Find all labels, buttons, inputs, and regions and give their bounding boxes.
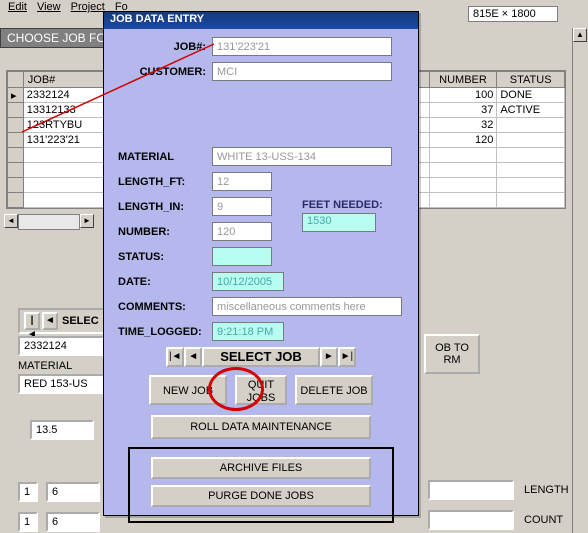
customer-input[interactable]: [212, 62, 392, 81]
customer-label: CUSTOMER:: [118, 66, 212, 78]
feet-needed-label: FEET NEEDED:: [302, 199, 383, 211]
cell-status: DONE: [497, 88, 565, 103]
length-ft-input[interactable]: [212, 172, 272, 191]
select-job-nav: |◄ ◄ SELECT JOB ► ►|: [118, 347, 404, 367]
roll-data-maintenance-button[interactable]: ROLL DATA MAINTENANCE: [151, 415, 371, 439]
nav-next-icon[interactable]: ►: [320, 347, 338, 367]
bg-job-to-rm-button[interactable]: OB TO RM: [424, 334, 480, 374]
cell-number: 32: [429, 118, 497, 133]
bg-count-label: COUNT: [524, 514, 563, 526]
bg-s1[interactable]: 1: [18, 482, 38, 502]
bg-s4[interactable]: 6: [46, 512, 100, 532]
status-input[interactable]: [212, 247, 272, 266]
bg-s3[interactable]: 1: [18, 512, 38, 532]
delete-job-button[interactable]: DELETE JOB: [295, 375, 373, 405]
length-ft-label: LENGTH_FT:: [118, 176, 212, 188]
bg-count-value[interactable]: [428, 510, 514, 530]
menu-view[interactable]: View: [33, 0, 65, 16]
cell-status: ACTIVE: [497, 103, 565, 118]
scroll-right-icon[interactable]: ►: [80, 214, 94, 228]
feet-needed-group: FEET NEEDED: 1530: [302, 199, 383, 232]
nav-prev-icon[interactable]: ◄: [42, 312, 58, 330]
date-input[interactable]: [212, 272, 284, 291]
grid-hscroll[interactable]: ◄ ►: [4, 214, 94, 230]
size-indicator: 815E × 1800: [468, 6, 558, 22]
comments-label: COMMENTS:: [118, 301, 212, 313]
cell-number: 100: [429, 88, 497, 103]
grid-corner: [8, 72, 24, 88]
comments-input[interactable]: [212, 297, 402, 316]
nav-prev-icon[interactable]: ◄: [184, 347, 202, 367]
bg-select-label: SELEC: [60, 315, 101, 327]
nav-first-icon[interactable]: |◄: [166, 347, 184, 367]
cell-number: 120: [429, 133, 497, 148]
window-vscroll[interactable]: ▲: [572, 28, 588, 533]
cell-status: [497, 118, 565, 133]
col-status[interactable]: STATUS: [497, 72, 565, 88]
bg-material-label: MATERIAL: [18, 360, 72, 372]
jobnum-label: JOB#:: [118, 41, 212, 53]
jobnum-input[interactable]: [212, 37, 392, 56]
bg-length-label: LENGTH: [524, 484, 569, 496]
bg-num1[interactable]: 13.5: [30, 420, 94, 440]
nav-first-icon[interactable]: |◄: [24, 312, 40, 330]
row-marker: ▸: [8, 88, 24, 103]
material-input[interactable]: [212, 147, 392, 166]
number-input[interactable]: [212, 222, 272, 241]
archive-box: ARCHIVE FILES PURGE DONE JOBS: [128, 447, 394, 523]
time-logged-input[interactable]: [212, 322, 284, 341]
bg-s2[interactable]: 6: [46, 482, 100, 502]
length-in-label: LENGTH_IN:: [118, 201, 212, 213]
dialog-title: JOB DATA ENTRY: [104, 12, 418, 29]
length-in-input[interactable]: [212, 197, 272, 216]
scroll-left-icon[interactable]: ◄: [4, 214, 18, 228]
bg-job-value[interactable]: 2332124: [18, 336, 104, 356]
new-job-button[interactable]: NEW JOB: [149, 375, 227, 405]
material-label: MATERIAL: [118, 151, 212, 163]
cell-number: 37: [429, 103, 497, 118]
bg-length-value[interactable]: [428, 480, 514, 500]
bg-select-bar: |◄ ◄ SELEC: [18, 308, 107, 334]
job-data-entry-dialog: JOB DATA ENTRY JOB#: CUSTOMER: MATERIAL …: [103, 11, 419, 516]
status-label: STATUS:: [118, 251, 212, 263]
nav-last-icon[interactable]: ►|: [338, 347, 356, 367]
archive-files-button[interactable]: ARCHIVE FILES: [151, 457, 371, 479]
menu-edit[interactable]: Edit: [4, 0, 31, 16]
quit-jobs-button[interactable]: QUIT JOBS: [235, 375, 287, 405]
feet-needed-value: 1530: [302, 213, 376, 232]
number-label: NUMBER:: [118, 226, 212, 238]
cell-status: [497, 133, 565, 148]
date-label: DATE:: [118, 276, 212, 288]
bg-material-value[interactable]: RED 153-US: [18, 374, 104, 394]
select-job-label: SELECT JOB: [202, 347, 320, 367]
purge-done-jobs-button[interactable]: PURGE DONE JOBS: [151, 485, 371, 507]
time-logged-label: TIME_LOGGED:: [118, 326, 212, 338]
scroll-up-icon[interactable]: ▲: [573, 28, 587, 42]
col-number[interactable]: NUMBER: [429, 72, 497, 88]
